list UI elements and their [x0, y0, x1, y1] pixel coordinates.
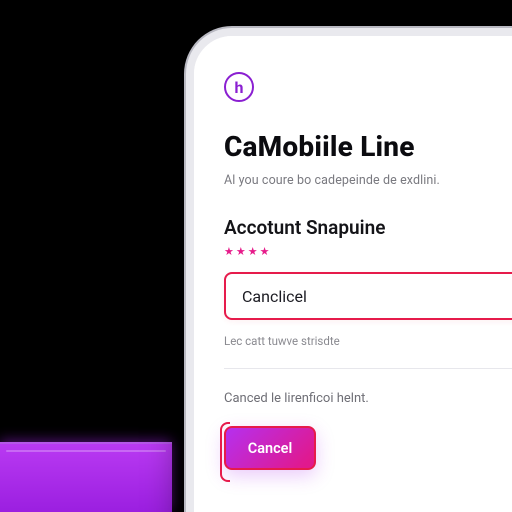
cancel-reason-value: Canclicel	[242, 287, 307, 306]
page-subtitle: Al you coure bo cadepeinde de exdlini.	[224, 173, 512, 188]
input-helper-text: Lec catt tuwve strisdte	[224, 334, 512, 348]
cancel-button[interactable]: Cancel	[224, 426, 316, 470]
cancel-button-label: Cancel	[248, 440, 293, 457]
account-section-label: Accotunt Snapuine	[224, 216, 512, 239]
screen: h CaMobiile Line Al you coure bo cadepei…	[194, 36, 512, 512]
footer-note: Canced le lirenficoi helnt.	[224, 391, 512, 406]
brand-glyph: h	[235, 78, 244, 97]
rating-stars: ★★★★	[224, 245, 512, 258]
phone-frame: h CaMobiile Line Al you coure bo cadepei…	[186, 28, 512, 512]
page-title: CaMobiile Line	[224, 130, 512, 163]
bottom-accent-bar	[0, 442, 172, 512]
brand-icon: h	[224, 72, 254, 102]
divider	[224, 368, 512, 369]
cancel-reason-input[interactable]: Canclicel	[224, 272, 512, 320]
